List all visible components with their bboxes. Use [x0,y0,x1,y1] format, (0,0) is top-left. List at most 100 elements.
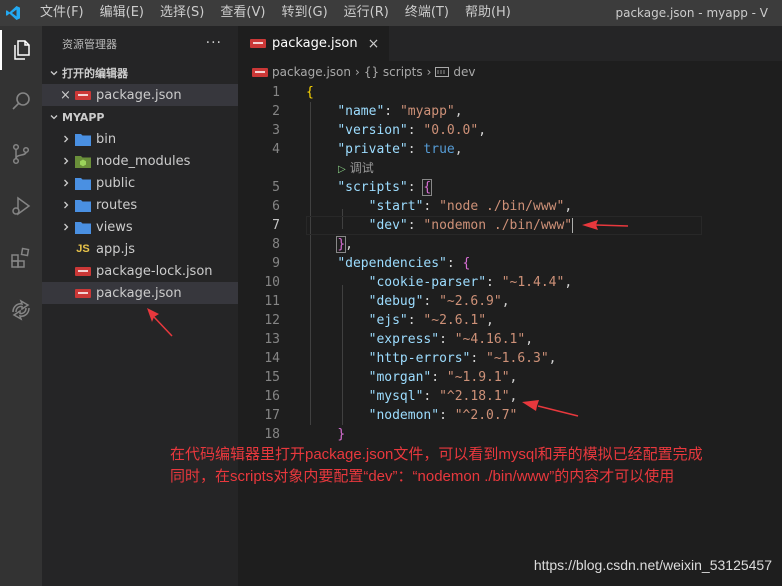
tree-item-views[interactable]: views [42,216,238,238]
vscode-logo-icon [0,0,26,26]
tree-item-package-lock[interactable]: package-lock.json [42,260,238,282]
code-line: 12 "ejs": "~2.6.1", [264,313,494,328]
project-header[interactable]: MYAPP [42,106,238,128]
more-actions-icon[interactable]: ··· [206,35,222,51]
annotation-line-2: 同时，在scripts对象内要配置“dev”：“nodemon ./bin/ww… [170,468,675,485]
chevron-down-icon [46,112,62,122]
npm-file-icon [250,39,266,48]
code-line: 9 "dependencies": { [272,256,471,271]
code-line: 10 "cookie-parser": "~1.4.4", [264,275,573,290]
tree-item-label: bin [96,131,117,147]
run-debug-icon[interactable] [0,186,42,226]
annotation-line-1: 在代码编辑器里打开package.json文件，可以看到mysql和弄的模拟已经… [170,446,703,463]
breadcrumb-object[interactable]: {} scripts [364,65,423,79]
open-editors-label: 打开的编辑器 [62,67,128,80]
files-icon[interactable] [0,30,42,70]
js-file-icon: JS [76,243,90,255]
chevron-right-icon [58,222,74,232]
chevron-right-icon [58,134,74,144]
watermark: https://blog.csdn.net/weixin_53125457 [533,557,772,573]
menu-bar: 文件(F) 编辑(E) 选择(S) 查看(V) 转到(G) 运行(R) 终端(T… [32,0,519,26]
npm-file-icon [74,90,92,100]
npm-file-icon [252,67,268,77]
npm-file-icon [74,266,92,276]
code-line: 4 "private": true, [272,142,463,157]
tab-label: package.json [272,36,358,51]
tree-item-label: package.json [96,285,182,301]
menu-edit[interactable]: 编辑(E) [92,0,152,26]
tree-item-routes[interactable]: routes [42,194,238,216]
tree-item-bin[interactable]: bin [42,128,238,150]
close-editor-icon[interactable]: × [60,88,74,103]
code-line: 17 "nodemon": "^2.0.7" [264,408,518,423]
tab-package-json[interactable]: package.json × [238,26,390,61]
menu-file[interactable]: 文件(F) [32,0,92,26]
close-tab-icon[interactable]: × [368,36,380,52]
menu-go[interactable]: 转到(G) [273,0,335,26]
menu-terminal[interactable]: 终端(T) [397,0,457,26]
node-folder-icon [74,155,92,168]
npm-file-icon [74,288,92,298]
code-line: 13 "express": "~4.16.1", [264,332,534,347]
menu-view[interactable]: 查看(V) [212,0,273,26]
window-title: package.json - myapp - V [615,6,768,20]
open-editor-item[interactable]: × package.json [42,84,238,106]
tree-item-label: public [96,175,136,191]
annotation-arrow [147,308,173,337]
codelens-line: ▷ 调试 [238,159,782,178]
open-editor-label: package.json [96,87,182,103]
play-icon: ▷ [338,164,346,175]
code-line: 1{ [272,85,314,100]
menu-selection[interactable]: 选择(S) [152,0,212,26]
annotation-arrow [582,220,629,230]
project-label: MYAPP [62,110,105,124]
source-control-icon[interactable] [0,134,42,174]
chevron-right-icon [58,200,74,210]
code-editor[interactable]: 1{ 2 "name": "myapp", 3 "version": "0.0.… [238,83,782,444]
tree-item-label: views [96,219,133,235]
chevron-right-icon: › [426,65,432,79]
chevron-right-icon: › [355,65,360,79]
folder-icon [74,221,92,234]
code-line: 14 "http-errors": "~1.6.3", [264,351,557,366]
string-symbol-icon [435,67,450,77]
chevron-down-icon [46,68,62,78]
search-icon[interactable] [0,82,42,122]
tree-item-label: package-lock.json [96,263,213,279]
menu-help[interactable]: 帮助(H) [457,0,519,26]
folder-icon [74,177,92,190]
folder-icon [74,199,92,212]
title-bar: 文件(F) 编辑(E) 选择(S) 查看(V) 转到(G) 运行(R) 终端(T… [0,0,782,26]
tree-item-label: routes [96,197,138,213]
tab-bar: package.json × [238,26,782,61]
tree-item-package-json[interactable]: package.json [42,282,238,304]
editor-area: package.json × package.json › {} scripts… [238,26,782,586]
breadcrumb-file[interactable]: package.json [272,65,351,79]
chevron-right-icon [58,156,74,166]
menu-run[interactable]: 运行(R) [336,0,397,26]
tree-item-label: app.js [96,241,135,257]
code-line: 2 "name": "myapp", [272,104,463,119]
code-line-current: 7 "dev": "nodemon ./bin/www" [238,216,782,235]
breadcrumb-key[interactable]: dev [453,65,475,79]
remote-icon[interactable] [0,290,42,330]
tree-item-label: node_modules [96,153,191,169]
annotation-note: 在代码编辑器里打开package.json文件，可以看到mysql和弄的模拟已经… [170,444,703,488]
code-line: 16 "mysql": "^2.18.1", [264,389,518,404]
code-line: 5 "scripts": { [272,179,433,196]
tree-item-app-js[interactable]: JS app.js [42,238,238,260]
open-editors-header[interactable]: 打开的编辑器 [42,62,238,84]
code-line: 6 "start": "node ./bin/www", [272,199,573,214]
code-line: 11 "debug": "~2.6.9", [264,294,510,309]
code-line: 15 "morgan": "~1.9.1", [264,370,518,385]
explorer-sidebar: 资源管理器 ··· 打开的编辑器 × package.json MYAPP bi… [42,26,238,586]
tree-item-node-modules[interactable]: node_modules [42,150,238,172]
tree-item-public[interactable]: public [42,172,238,194]
code-line: 18 } [264,427,346,442]
code-line: 8 }, [272,236,353,253]
annotation-arrow [522,400,579,417]
debug-codelens[interactable]: ▷ 调试 [338,159,374,178]
extensions-icon[interactable] [0,238,42,278]
activity-bar [0,26,42,586]
breadcrumb: package.json › {} scripts › dev [238,61,782,83]
